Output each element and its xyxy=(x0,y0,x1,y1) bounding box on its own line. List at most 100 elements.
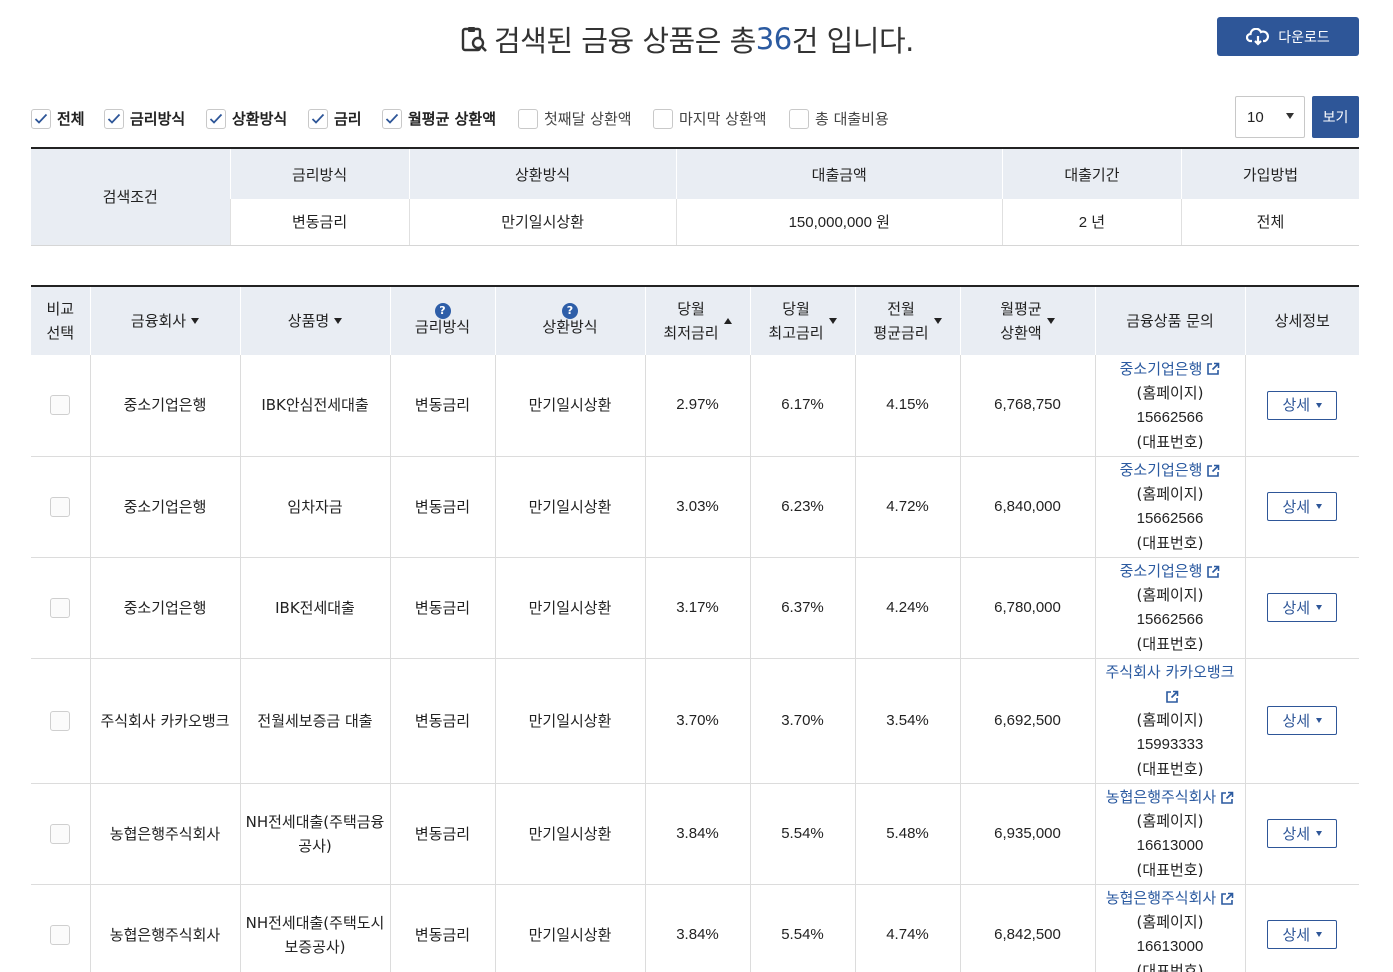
checkbox-unchecked-icon[interactable] xyxy=(653,108,673,129)
homepage-link[interactable]: 중소기업은행 xyxy=(1120,461,1221,479)
th-detail: 상세정보 xyxy=(1244,286,1359,355)
th-text: 금융회사 xyxy=(130,312,187,330)
caret-down-icon xyxy=(1316,402,1323,408)
condition-value: 150,000,000 원 xyxy=(675,199,1003,246)
title-suffix: 건 입니다. xyxy=(791,24,915,58)
filter-label: 금리 xyxy=(334,110,362,128)
company-cell: 중소기업은행 xyxy=(89,355,240,457)
condition-header: 상환방식 xyxy=(408,148,677,199)
compare-checkbox[interactable] xyxy=(50,823,71,844)
filter-monthly-avg[interactable]: 월평균 상환액 xyxy=(382,108,496,129)
th-text: 금리방식 xyxy=(414,318,471,336)
compare-cell xyxy=(31,355,90,457)
company-cell: 농협은행주식회사 xyxy=(89,884,240,972)
checkbox-checked-icon[interactable] xyxy=(382,108,402,129)
caret-down-icon xyxy=(1316,718,1323,723)
column-filter-row: 전체 금리방식 상환방식 금리 월평균 상환액 첫째달 상환액 마지막 상환액 … xyxy=(31,96,1359,140)
homepage-link[interactable]: 농협은행주식회사 xyxy=(1106,889,1234,907)
homepage-caption: (홈페이지) xyxy=(1136,711,1204,729)
homepage-caption: (홈페이지) xyxy=(1136,485,1204,503)
product-name: IBK전세대출 xyxy=(275,598,355,617)
checkbox-checked-icon[interactable] xyxy=(308,108,328,129)
page-size-select[interactable]: 10 xyxy=(1235,96,1305,138)
table-row: 중소기업은행 IBK안심전세대출 변동금리 만기일시상환 2.97% 6.17%… xyxy=(31,355,1359,457)
filter-rate[interactable]: 금리 xyxy=(308,108,362,129)
phone-caption: (대표번호) xyxy=(1136,962,1204,972)
rate-type-cell: 변동금리 xyxy=(389,355,495,457)
detail-button[interactable]: 상세 xyxy=(1267,920,1338,949)
detail-button[interactable]: 상세 xyxy=(1267,492,1338,521)
th-monthly-sort[interactable]: 월평균 상환액 xyxy=(959,286,1095,355)
th-text: 상환방식 xyxy=(542,318,598,336)
homepage-link[interactable]: 농협은행주식회사 xyxy=(1106,788,1234,806)
th-min-rate-sort[interactable]: 당월 최저금리 xyxy=(644,286,750,355)
sort-down-icon xyxy=(828,318,837,324)
download-button[interactable]: 다운로드 xyxy=(1217,17,1359,56)
filter-first-month[interactable]: 첫째달 상환액 xyxy=(518,108,632,129)
max-rate-cell: 5.54% xyxy=(749,884,855,972)
filter-repay-type[interactable]: 상환방식 xyxy=(206,108,287,129)
checkbox-unchecked-icon[interactable] xyxy=(789,108,809,129)
th-max-rate-sort[interactable]: 당월 최고금리 xyxy=(749,286,855,355)
detail-button[interactable]: 상세 xyxy=(1267,390,1338,420)
condition-header: 금리방식 xyxy=(229,148,410,199)
caret-down-icon xyxy=(1316,831,1323,836)
help-icon[interactable]: ? xyxy=(434,303,451,319)
homepage-link-label: 농협은행주식회사 xyxy=(1105,889,1217,907)
help-icon[interactable]: ? xyxy=(562,303,578,319)
th-text: 당월 xyxy=(677,300,705,318)
homepage-link[interactable]: 중소기업은행 xyxy=(1120,562,1221,580)
compare-cell xyxy=(31,884,90,972)
avg-rate-cell: 4.74% xyxy=(854,884,960,972)
product-cell: IBK안심전세대출 xyxy=(239,355,390,457)
caret-down-icon xyxy=(1316,605,1323,610)
homepage-link-label: 농협은행주식회사 xyxy=(1105,788,1217,806)
compare-checkbox[interactable] xyxy=(50,395,71,416)
th-product-sort[interactable]: 상품명 xyxy=(239,286,390,355)
external-link-icon xyxy=(1207,565,1220,578)
homepage-link-label: 주식회사 카카오뱅크 xyxy=(1105,663,1235,681)
filter-label: 첫째달 상환액 xyxy=(544,110,632,128)
compare-cell xyxy=(31,658,90,784)
table-row: 농협은행주식회사 NH전세대출(주택금융 공사) 변동금리 만기일시상환 3.84… xyxy=(31,783,1359,885)
detail-button[interactable]: 상세 xyxy=(1267,593,1338,622)
product-name: 임차자금 xyxy=(287,497,343,516)
th-text: 상품명 xyxy=(287,312,330,330)
th-avg-rate-sort[interactable]: 전월 평균금리 xyxy=(854,286,960,355)
inquiry-cell: 주식회사 카카오뱅크 (홈페이지) 15993333 (대표번호) xyxy=(1094,658,1245,784)
compare-checkbox[interactable] xyxy=(50,924,71,945)
filter-total-cost[interactable]: 총 대출비용 xyxy=(789,108,889,129)
filter-rate-type[interactable]: 금리방식 xyxy=(104,108,185,129)
checkbox-checked-icon[interactable] xyxy=(104,108,124,129)
product-name-cont: 보증공사) xyxy=(284,937,346,956)
phone-caption: (대표번호) xyxy=(1136,534,1204,552)
detail-button[interactable]: 상세 xyxy=(1267,819,1338,848)
product-cell: IBK전세대출 xyxy=(239,557,390,659)
monthly-cell: 6,780,000 xyxy=(959,557,1095,659)
compare-checkbox[interactable] xyxy=(50,496,71,517)
rate-type-cell: 변동금리 xyxy=(389,456,495,558)
view-button[interactable]: 보기 xyxy=(1312,96,1359,138)
compare-checkbox[interactable] xyxy=(50,710,71,731)
detail-cell: 상세 xyxy=(1244,658,1359,784)
filter-label: 금리방식 xyxy=(130,110,186,128)
checkbox-checked-icon[interactable] xyxy=(206,108,226,129)
min-rate-cell: 3.03% xyxy=(644,456,750,558)
avg-rate-cell: 3.54% xyxy=(854,658,960,784)
checkbox-checked-icon[interactable] xyxy=(31,108,51,129)
monthly-cell: 6,935,000 xyxy=(959,783,1095,885)
product-cell: 임차자금 xyxy=(239,456,390,558)
condition-value: 전체 xyxy=(1180,199,1359,246)
th-company-sort[interactable]: 금융회사 xyxy=(89,286,240,355)
download-label: 다운로드 xyxy=(1278,29,1330,46)
checkbox-unchecked-icon[interactable] xyxy=(518,108,538,129)
homepage-link[interactable]: 중소기업은행 xyxy=(1120,360,1221,378)
detail-cell: 상세 xyxy=(1244,456,1359,558)
filter-all[interactable]: 전체 xyxy=(31,108,85,129)
repay-cell: 만기일시상환 xyxy=(494,355,645,457)
filter-last-month[interactable]: 마지막 상환액 xyxy=(653,108,767,129)
compare-checkbox[interactable] xyxy=(50,597,71,618)
detail-button[interactable]: 상세 xyxy=(1267,706,1338,735)
homepage-link[interactable]: 주식회사 카카오뱅크 xyxy=(1105,663,1235,705)
homepage-caption: (홈페이지) xyxy=(1136,383,1204,402)
